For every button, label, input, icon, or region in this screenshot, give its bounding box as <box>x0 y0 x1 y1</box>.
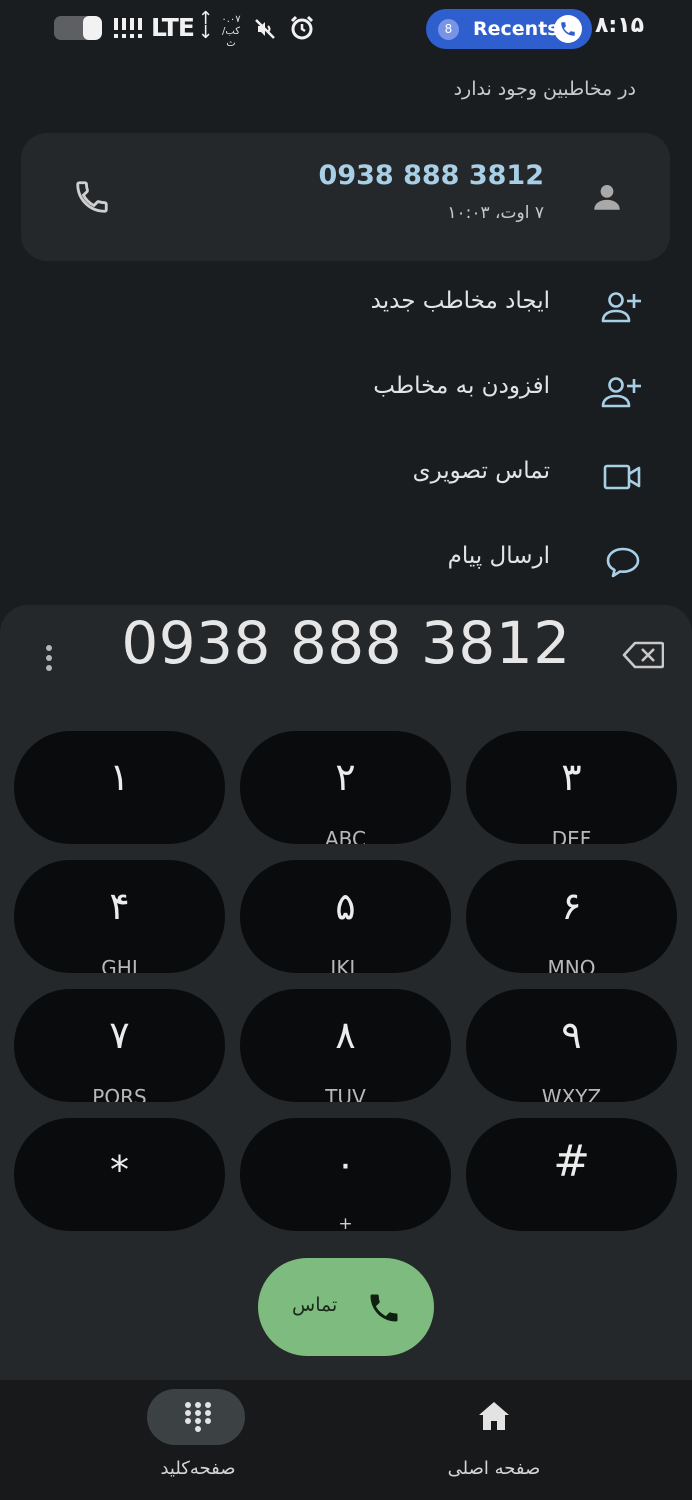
key-digit: ۲ <box>335 755 356 799</box>
dial-key-8[interactable]: ۸ TUV <box>240 989 451 1102</box>
dial-key-5[interactable]: ۵ JKL <box>240 860 451 973</box>
phone-screen: LTE ↑ ↓ ۰.۰۷ کب/ث 8 Recents ۸:۱۵ در مخاطب… <box>0 0 692 1500</box>
action-label: افزودن به مخاطب <box>373 373 550 399</box>
person-add-icon <box>601 377 641 408</box>
key-digit: ۵ <box>335 884 356 928</box>
create-new-contact-row[interactable]: ایجاد مخاطب جدید <box>0 276 692 336</box>
action-label: تماس تصویری <box>412 458 550 484</box>
key-digit: ۶ <box>561 884 582 928</box>
clock: ۸:۱۵ <box>595 13 645 38</box>
dialed-number-display[interactable]: 0938 888 3812 <box>0 609 692 677</box>
person-icon <box>594 184 620 210</box>
network-type: LTE <box>151 13 195 42</box>
dial-key-6[interactable]: ۶ MNO <box>466 860 677 973</box>
key-letters: PQRS <box>92 1085 147 1102</box>
vibrate-mute-icon <box>255 19 275 39</box>
recents-label: Recents <box>473 18 559 40</box>
key-digit: ۰ <box>335 1142 356 1186</box>
key-plus: + <box>338 1214 353 1231</box>
key-letters: GHI <box>101 956 138 973</box>
dialpad-icon <box>98 1400 298 1434</box>
key-letters: DEF <box>551 827 592 844</box>
recents-count-badge: 8 <box>438 19 459 40</box>
alarm-icon <box>290 15 314 40</box>
nav-label: صفحه‌کلید <box>160 1458 236 1479</box>
call-label: تماس <box>292 1294 338 1316</box>
key-letters: ABC <box>324 827 366 844</box>
key-letters: WXYZ <box>541 1085 602 1102</box>
result-number: 0938 888 3812 <box>318 160 544 191</box>
net-speed-unit: کب/ث <box>222 26 240 49</box>
result-date: ۷ اوت، ۱۰:۰۳ <box>447 203 544 223</box>
home-icon <box>394 1400 594 1432</box>
key-digit: ۳ <box>561 755 582 799</box>
key-digit: # <box>553 1136 590 1187</box>
recent-call-card[interactable]: 0938 888 3812 ۷ اوت، ۱۰:۰۳ <box>21 133 670 261</box>
key-letters: ــ <box>113 827 126 844</box>
net-speed: ۰.۰۷ کب/ث <box>219 14 243 50</box>
key-letters: MNO <box>547 956 596 973</box>
key-digit: ۹ <box>561 1013 582 1057</box>
video-call-row[interactable]: تماس تصویری <box>0 446 692 506</box>
person-add-icon <box>601 292 641 323</box>
add-to-contact-row[interactable]: افزودن به مخاطب <box>0 361 692 421</box>
phone-icon <box>370 1294 398 1322</box>
dial-key-7[interactable]: ۷ PQRS <box>14 989 225 1102</box>
nav-keypad[interactable]: صفحه‌کلید <box>98 1380 298 1500</box>
dial-key-9[interactable]: ۹ WXYZ <box>466 989 677 1102</box>
data-activity-icon: ↑ ↓ <box>198 8 214 43</box>
phone-icon[interactable] <box>73 178 111 216</box>
phone-icon <box>554 15 582 43</box>
backspace-icon[interactable] <box>622 641 664 669</box>
dial-key-2[interactable]: ۲ ABC <box>240 731 451 844</box>
key-digit: ۷ <box>109 1013 130 1057</box>
dial-key-3[interactable]: ۳ DEF <box>466 731 677 844</box>
bottom-navigation: صفحه‌کلید صفحه اصلی <box>0 1380 692 1500</box>
video-camera-icon <box>603 464 641 490</box>
key-digit: * <box>110 1148 129 1192</box>
dial-key-hash[interactable]: # <box>466 1118 677 1231</box>
key-digit: ۸ <box>335 1013 356 1057</box>
signal-icon <box>114 18 142 38</box>
call-button[interactable]: تماس <box>258 1258 434 1356</box>
battery-icon <box>54 16 102 40</box>
send-message-row[interactable]: ارسال پیام <box>0 531 692 591</box>
nav-label: صفحه اصلی <box>447 1458 541 1479</box>
nav-home[interactable]: صفحه اصلی <box>394 1380 594 1500</box>
battery-fill <box>82 16 102 40</box>
action-label: ارسال پیام <box>447 543 550 569</box>
key-letters: TUV <box>325 1085 366 1102</box>
dial-key-4[interactable]: ۴ GHI <box>14 860 225 973</box>
key-digit: ۱ <box>109 755 130 799</box>
key-letters: JKL <box>330 956 361 973</box>
no-contacts-message: در مخاطبین وجود ندارد <box>453 78 636 100</box>
dial-key-star[interactable]: * <box>14 1118 225 1231</box>
status-bar: LTE ↑ ↓ ۰.۰۷ کب/ث 8 Recents ۸:۱۵ <box>0 0 692 60</box>
net-speed-value: ۰.۰۷ <box>221 14 241 25</box>
recents-call-chip[interactable]: 8 Recents <box>426 9 592 49</box>
dial-key-1[interactable]: ۱ ــ <box>14 731 225 844</box>
action-label: ایجاد مخاطب جدید <box>370 288 550 314</box>
key-digit: ۴ <box>109 884 130 928</box>
dial-key-0[interactable]: ۰ + <box>240 1118 451 1231</box>
message-bubble-icon <box>606 547 640 578</box>
